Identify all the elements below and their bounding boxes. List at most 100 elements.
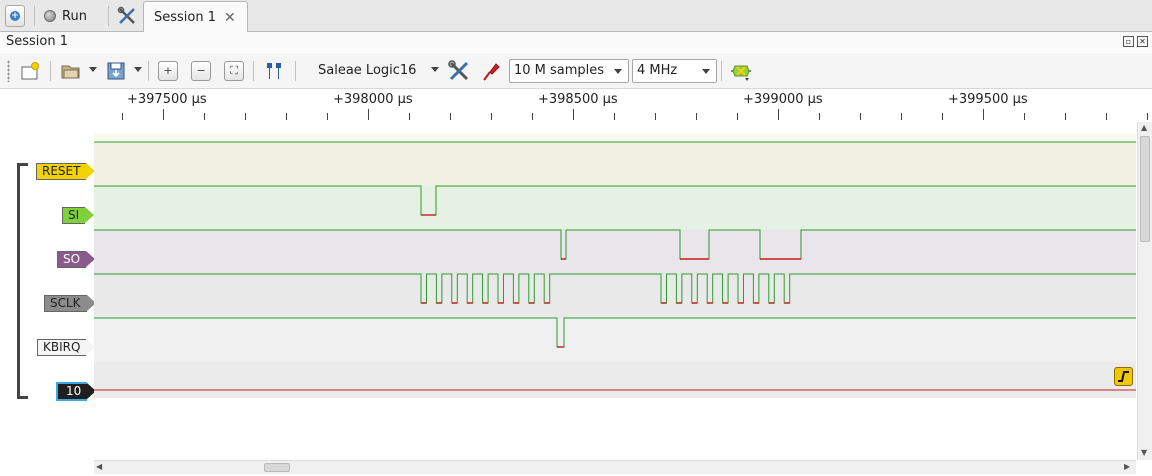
save-file-dropdown[interactable] — [134, 67, 142, 72]
save-file-icon — [107, 62, 125, 80]
scroll-down-icon[interactable]: ▼ — [1141, 448, 1147, 457]
ruler-minor-tick — [819, 113, 820, 120]
vertical-scroll-thumb[interactable] — [1140, 136, 1150, 242]
toolbar-separator — [721, 61, 722, 81]
scroll-up-icon[interactable]: ▲ — [1141, 123, 1147, 132]
close-window-icon[interactable]: ✕ — [1137, 36, 1148, 47]
trigger-rising-edge-icon — [1118, 371, 1129, 382]
ruler-minor-tick — [409, 113, 410, 120]
waveform-area[interactable] — [94, 122, 1136, 460]
ruler-minor-tick — [860, 113, 861, 120]
horizontal-scrollbar[interactable]: ◀ ▶ — [94, 460, 1136, 474]
session-header: Session 1 ▫ ✕ — [0, 32, 1152, 52]
ruler-major-tick — [983, 109, 984, 120]
ruler-minor-tick — [1106, 113, 1107, 120]
timing-band — [94, 133, 1136, 142]
ruler-tick-label: +399000 µs — [743, 92, 823, 107]
device-dropdown[interactable] — [431, 67, 439, 72]
tools-icon — [117, 6, 135, 24]
channel-label-10[interactable]: 10 — [56, 382, 97, 401]
ruler-major-tick — [368, 109, 369, 120]
channel-group-bracket[interactable] — [17, 163, 28, 399]
device-name[interactable]: Saleae Logic16 — [318, 63, 416, 78]
toolbar-separator — [50, 61, 51, 81]
channel-label-si[interactable]: SI — [62, 207, 95, 224]
session-title: Session 1 — [6, 34, 69, 49]
chevron-down-icon — [702, 69, 710, 74]
ruler-minor-tick — [286, 113, 287, 120]
ruler-major-tick — [163, 109, 164, 120]
zoom-in-icon: + — [158, 61, 178, 81]
run-status-icon — [44, 10, 56, 22]
zoom-fit-button[interactable]: ⛶ — [222, 59, 246, 83]
ruler-minor-tick — [655, 113, 656, 120]
open-file-dropdown[interactable] — [89, 67, 97, 72]
horizontal-scroll-thumb[interactable] — [264, 463, 290, 472]
ruler-minor-tick — [122, 113, 123, 120]
zoom-fit-icon: ⛶ — [224, 61, 244, 81]
tab-bar: + Run Session 1 ✕ — [0, 0, 1152, 33]
restore-window-icon[interactable]: ▫ — [1123, 36, 1134, 47]
channel-row-10 — [94, 362, 1136, 398]
toolbar-separator — [34, 6, 35, 26]
waveform-canvas[interactable] — [94, 122, 1136, 460]
channel-label-sclk[interactable]: SCLK — [44, 295, 96, 312]
zoom-in-button[interactable]: + — [156, 59, 180, 83]
vertical-scrollbar[interactable]: ▲ ▼ — [1137, 122, 1152, 460]
ruler-tick-label: +398000 µs — [333, 92, 413, 107]
new-session-icon — [21, 62, 39, 80]
channel-row-si — [94, 186, 1136, 230]
ruler-tick-label: +399500 µs — [948, 92, 1028, 107]
sample-count-select[interactable]: 10 M samples — [509, 59, 629, 83]
ruler-minor-tick — [901, 113, 902, 120]
probe-icon — [483, 63, 500, 81]
tools-button[interactable] — [116, 4, 138, 28]
ruler-minor-tick — [204, 113, 205, 120]
session-tab-label: Session 1 — [154, 10, 217, 25]
tab-session-1[interactable]: Session 1 ✕ — [143, 1, 248, 33]
sample-count-value: 10 M samples — [514, 63, 605, 78]
analyzer-icon — [731, 65, 751, 81]
run-label: Run — [62, 8, 87, 24]
channel-label-reset[interactable]: RESET — [36, 163, 96, 180]
toolbar-grip[interactable] — [7, 60, 10, 82]
channel-row-so — [94, 230, 1136, 274]
close-icon[interactable]: ✕ — [224, 10, 236, 26]
ruler-minor-tick — [450, 113, 451, 120]
ruler-minor-tick — [327, 113, 328, 120]
probe-button[interactable] — [479, 59, 503, 83]
time-ruler[interactable]: +397500 µs +398000 µs +398500 µs +399000… — [94, 90, 1152, 122]
device-settings-icon — [448, 60, 469, 81]
scroll-left-icon[interactable]: ◀ — [96, 462, 102, 471]
save-file-button[interactable] — [104, 59, 128, 83]
sample-rate-select[interactable]: 4 MHz — [632, 59, 717, 83]
sample-rate-value: 4 MHz — [637, 63, 678, 78]
device-settings-button[interactable] — [447, 59, 471, 83]
ruler-minor-tick — [245, 113, 246, 120]
open-file-icon — [61, 65, 80, 79]
ruler-major-tick — [778, 109, 779, 120]
run-button[interactable]: Run — [44, 4, 87, 28]
toolbar-separator — [148, 61, 149, 81]
trigger-button[interactable] — [1114, 367, 1133, 386]
main-toolbar: + − ⛶ Saleae Logic16 10 M samples 4 MHz — [0, 53, 1152, 89]
channel-row-sclk — [94, 274, 1136, 318]
ruler-minor-tick — [1147, 113, 1148, 120]
ruler-minor-tick — [942, 113, 943, 120]
channel-label-so[interactable]: SO — [57, 251, 96, 268]
chevron-down-icon — [614, 69, 622, 74]
zoom-out-icon: − — [191, 61, 211, 81]
analyzer-button[interactable] — [729, 59, 753, 83]
new-tab-button[interactable]: + — [5, 5, 25, 27]
zoom-out-button[interactable]: − — [189, 59, 213, 83]
scroll-right-icon[interactable]: ▶ — [1124, 462, 1130, 471]
ruler-minor-tick — [491, 113, 492, 120]
toolbar-separator — [295, 61, 296, 81]
markers-button[interactable] — [262, 59, 286, 83]
new-session-button[interactable] — [18, 59, 42, 83]
open-file-button[interactable] — [59, 59, 83, 83]
ruler-minor-tick — [737, 113, 738, 120]
channel-row-reset — [94, 142, 1136, 186]
channel-row-kbirq — [94, 318, 1136, 362]
channel-label-kbirq[interactable]: KBIRQ — [37, 339, 96, 356]
